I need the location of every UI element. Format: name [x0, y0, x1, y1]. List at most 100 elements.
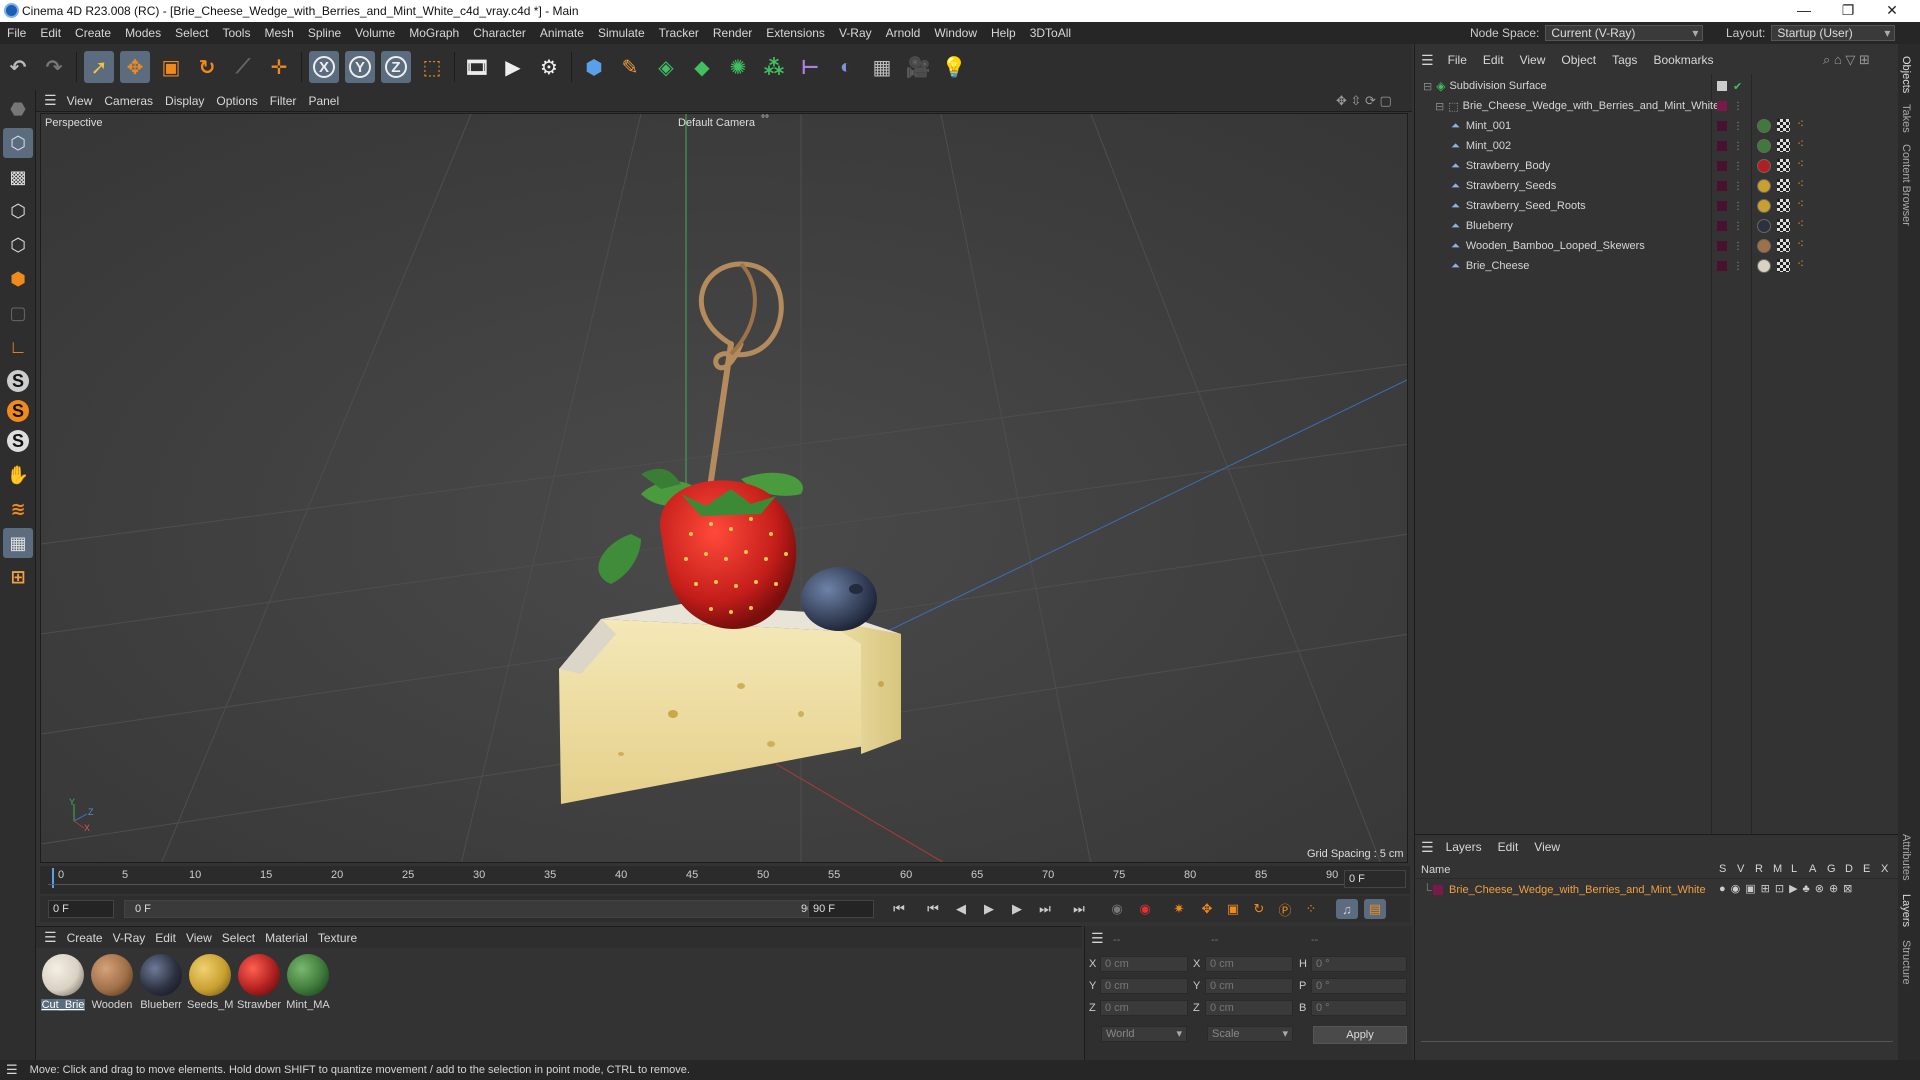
- material-swatch-blueberry[interactable]: Blueberr: [138, 954, 184, 1011]
- material-tag-icon[interactable]: [1757, 179, 1771, 193]
- key-selection-icon[interactable]: ✷: [1168, 899, 1190, 919]
- menu-tracker[interactable]: Tracker: [652, 26, 706, 40]
- menu-mograph[interactable]: MoGraph: [402, 26, 466, 40]
- layer-color-icon[interactable]: [1717, 161, 1727, 171]
- go-to-start-icon[interactable]: ⏮: [888, 899, 910, 919]
- render-view-icon[interactable]: 🎞: [462, 51, 492, 83]
- layer-color-icon[interactable]: [1717, 101, 1727, 111]
- layer-name[interactable]: Brie_Cheese_Wedge_with_Berries_and_Mint_…: [1449, 884, 1706, 896]
- workplane-icon[interactable]: ▢: [3, 298, 33, 328]
- material-swatch-cut-brie[interactable]: Cut_Brie: [40, 954, 86, 1011]
- coord-rot-b-field[interactable]: 0 °: [1311, 1000, 1407, 1016]
- object-row[interactable]: ⏶ Blueberry ⋮ ⁖: [1415, 216, 1899, 236]
- menu-help[interactable]: Help: [984, 26, 1023, 40]
- uvw-tag-icon[interactable]: [1777, 119, 1790, 132]
- uvw-tag-icon[interactable]: [1777, 199, 1790, 212]
- close-button[interactable]: ✕: [1870, 0, 1914, 22]
- uvw-tag-icon[interactable]: [1777, 159, 1790, 172]
- floor-icon[interactable]: ▦: [867, 51, 897, 83]
- layer-icon[interactable]: ≋: [3, 494, 33, 524]
- viewport-menu-options[interactable]: Options: [216, 94, 269, 108]
- object-menu-file[interactable]: File: [1440, 53, 1475, 67]
- enabled-check-icon[interactable]: ✔: [1733, 80, 1742, 93]
- previous-key-icon[interactable]: ⏮: [922, 899, 944, 919]
- add-icon[interactable]: ✛: [264, 51, 294, 83]
- tab-attributes[interactable]: Attributes: [1900, 834, 1912, 880]
- coordinate-mode-dropdown[interactable]: World: [1101, 1026, 1187, 1042]
- object-menu-icon[interactable]: ☰: [1415, 52, 1440, 69]
- visibility-dots-icon[interactable]: ⋮: [1733, 261, 1743, 272]
- minimize-button[interactable]: —: [1782, 0, 1826, 22]
- cube-icon[interactable]: ⬢: [579, 51, 609, 83]
- expand-toggle[interactable]: ⊟: [1423, 80, 1432, 93]
- node-space-dropdown[interactable]: Current (V-Ray): [1545, 25, 1704, 41]
- material-swatch-wooden[interactable]: Wooden: [89, 954, 135, 1011]
- z-axis-icon[interactable]: Z: [381, 51, 411, 83]
- axis-mode-icon[interactable]: ∟: [3, 332, 33, 362]
- uvw-tag-icon[interactable]: [1777, 139, 1790, 152]
- vray-tag-icon[interactable]: ⁖: [1797, 257, 1804, 271]
- scale-icon[interactable]: ▣: [156, 51, 186, 83]
- layer-color-icon[interactable]: [1717, 181, 1727, 191]
- coord-size-y-field[interactable]: 0 cm: [1205, 978, 1293, 994]
- menu-create[interactable]: Create: [68, 26, 118, 40]
- undo-icon[interactable]: ↶: [3, 51, 33, 83]
- render-region-icon[interactable]: ⊞: [3, 562, 33, 592]
- menu-vray[interactable]: V-Ray: [832, 26, 879, 40]
- uvw-tag-icon[interactable]: [1777, 219, 1790, 232]
- y-axis-icon[interactable]: Y: [345, 51, 375, 83]
- timeline-playhead[interactable]: [52, 868, 54, 888]
- key-scale-icon[interactable]: ▣: [1222, 899, 1244, 919]
- material-menu-select[interactable]: Select: [222, 931, 265, 945]
- material-tag-icon[interactable]: [1757, 139, 1771, 153]
- material-tag-icon[interactable]: [1757, 119, 1771, 133]
- layer-color-icon[interactable]: [1717, 201, 1727, 211]
- current-frame-field[interactable]: 0 F: [1344, 870, 1406, 888]
- object-row[interactable]: ⏶ Strawberry_Seeds ⋮ ⁖: [1415, 176, 1899, 196]
- object-row[interactable]: ⏶ Mint_001 ⋮ ⁖: [1415, 116, 1899, 136]
- layer-horizontal-scrollbar[interactable]: [1421, 1041, 1893, 1049]
- menu-character[interactable]: Character: [466, 26, 533, 40]
- layer-toggle-icons[interactable]: ●◉▣⊞⊡▶♣⊗⊕⊠: [1719, 882, 1857, 895]
- menu-extensions[interactable]: Extensions: [759, 26, 832, 40]
- tab-structure[interactable]: Structure: [1900, 940, 1912, 985]
- visibility-dots-icon[interactable]: ⋮: [1733, 241, 1743, 252]
- mograph-icon[interactable]: ⁂: [759, 51, 789, 83]
- menu-window[interactable]: Window: [927, 26, 984, 40]
- tab-takes[interactable]: Takes: [1900, 104, 1912, 133]
- end-frame-field[interactable]: 90 F: [808, 900, 874, 918]
- menu-volume[interactable]: Volume: [348, 26, 402, 40]
- object-row[interactable]: ⏶ Brie_Cheese ⋮ ⁖: [1415, 256, 1899, 276]
- material-menu-vray[interactable]: V-Ray: [113, 931, 156, 945]
- menu-simulate[interactable]: Simulate: [591, 26, 652, 40]
- menu-edit[interactable]: Edit: [33, 26, 68, 40]
- status-menu-icon[interactable]: ☰: [6, 1062, 18, 1078]
- material-tag-icon[interactable]: [1757, 239, 1771, 253]
- coord-pos-y-field[interactable]: 0 cm: [1100, 978, 1188, 994]
- layer-color-icon[interactable]: [1717, 241, 1727, 251]
- next-frame-icon[interactable]: ▶: [1006, 899, 1028, 919]
- model-mode-icon[interactable]: ⬡: [3, 128, 33, 158]
- coord-size-x-field[interactable]: 0 cm: [1205, 956, 1293, 972]
- menu-3dtoall[interactable]: 3DToAll: [1023, 26, 1078, 40]
- tab-objects[interactable]: Objects: [1900, 56, 1912, 93]
- object-row[interactable]: ⏶ Strawberry_Body ⋮ ⁖: [1415, 156, 1899, 176]
- viewport-menu-filter[interactable]: Filter: [270, 94, 309, 108]
- layer-menu-icon[interactable]: ☰: [1415, 839, 1438, 856]
- layer-color-icon[interactable]: [1717, 221, 1727, 231]
- layer-menu-view[interactable]: View: [1526, 840, 1568, 854]
- coord-pos-x-field[interactable]: 0 cm: [1100, 956, 1188, 972]
- next-key-icon[interactable]: ⏭: [1034, 899, 1056, 919]
- points-mode-icon[interactable]: ⬡: [3, 196, 33, 226]
- visibility-dots-icon[interactable]: ⋮: [1733, 141, 1743, 152]
- make-editable-icon[interactable]: ⬣: [3, 94, 33, 124]
- menu-select[interactable]: Select: [168, 26, 215, 40]
- material-swatch-strawberry[interactable]: Strawber: [236, 954, 282, 1011]
- vray-tag-icon[interactable]: ⁖: [1797, 197, 1804, 211]
- material-menu-icon[interactable]: ☰: [36, 929, 67, 946]
- frame-range-slider[interactable]: 0 F 90 F: [124, 900, 834, 918]
- material-menu-edit[interactable]: Edit: [155, 931, 186, 945]
- camera-name[interactable]: Default Camera: [678, 117, 755, 129]
- timeline-ruler[interactable]: 0 5 10 15 20 25 30 35 40 45 50 55 60 65 …: [40, 866, 1410, 894]
- vray-tag-icon[interactable]: ⁖: [1797, 117, 1804, 131]
